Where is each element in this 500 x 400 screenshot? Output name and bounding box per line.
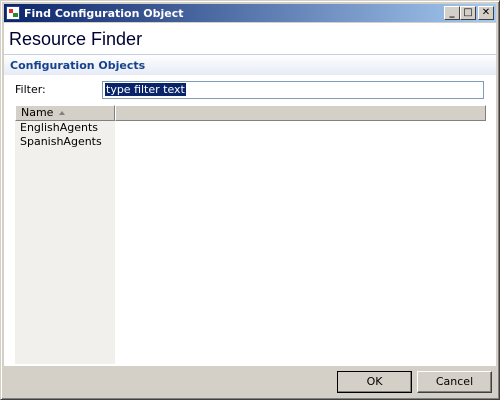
table-row[interactable]: SpanishAgents xyxy=(15,135,115,149)
column-header-empty xyxy=(115,105,486,121)
minimize-button[interactable]: _ xyxy=(444,6,460,20)
app-icon[interactable] xyxy=(6,6,20,20)
close-button[interactable]: ✕ xyxy=(478,6,494,20)
dialog-window: Find Configuration Object _ □ ✕ Resource… xyxy=(0,0,500,400)
page-title: Resource Finder xyxy=(9,29,143,49)
filter-label: Filter: xyxy=(15,83,46,96)
button-bar: OK Cancel xyxy=(4,366,496,396)
table-body: EnglishAgents SpanishAgents xyxy=(15,121,115,364)
table-header: Name xyxy=(15,105,486,121)
title-bar[interactable]: Find Configuration Object _ □ ✕ xyxy=(4,4,496,22)
window-title: Find Configuration Object xyxy=(24,6,184,20)
section-title: Configuration Objects xyxy=(10,59,146,72)
header-area: Resource Finder xyxy=(4,23,496,54)
filter-input-selected-text: type filter text xyxy=(105,83,186,96)
cancel-button[interactable]: Cancel xyxy=(417,371,492,393)
filter-input[interactable]: type filter text xyxy=(102,81,484,99)
sort-ascending-icon xyxy=(59,111,65,115)
column-header-name[interactable]: Name xyxy=(15,105,115,121)
table-row[interactable]: EnglishAgents xyxy=(15,121,115,135)
section-header: Configuration Objects xyxy=(4,54,496,75)
maximize-button[interactable]: □ xyxy=(460,6,476,20)
results-table: Name EnglishAgents SpanishAgents xyxy=(15,105,486,364)
window-controls: _ □ ✕ xyxy=(444,6,494,20)
content-area: Filter: type filter text Name EnglishAge… xyxy=(4,75,496,366)
column-header-name-label: Name xyxy=(21,106,54,119)
ok-button[interactable]: OK xyxy=(337,371,412,393)
